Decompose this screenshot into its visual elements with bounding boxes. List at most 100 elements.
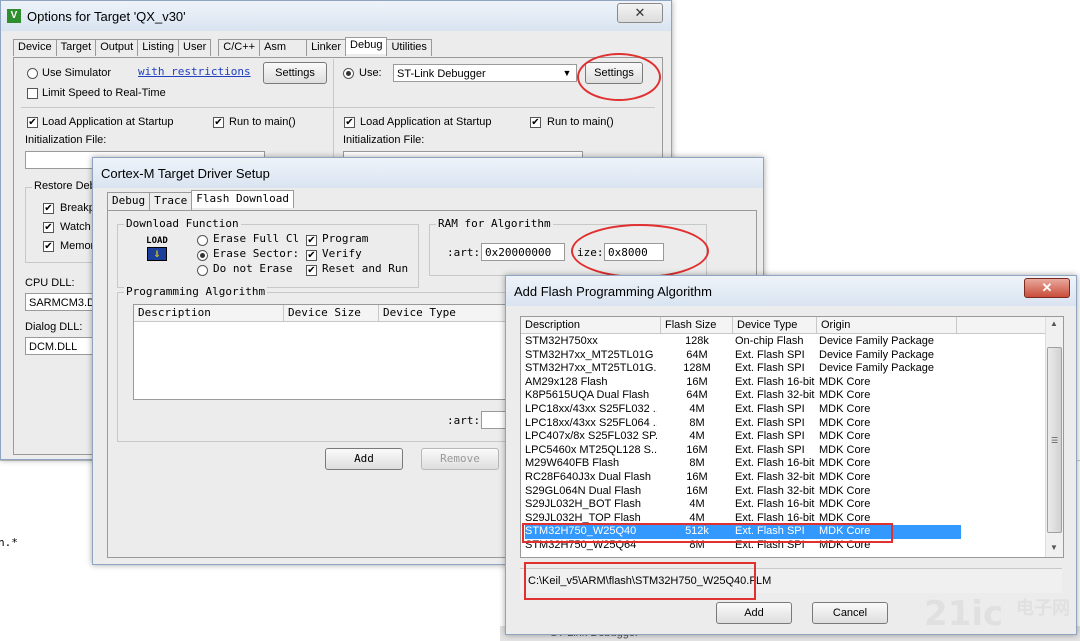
run-main-label-left: Run to main() (229, 116, 296, 128)
scroll-up-icon[interactable]: ▲ (1050, 319, 1058, 328)
row-origin: Device Family Package (819, 362, 934, 375)
flash-row[interactable]: M29W640FB Flash 8M Ext. Flash 16-bit MDK Co… (525, 457, 961, 471)
dialog-dll-input[interactable]: DCM.DLL (25, 337, 101, 355)
row-flash-size: 16M (686, 443, 708, 456)
add-algorithm-button[interactable]: Add (325, 448, 403, 470)
row-flash-size: 64M (686, 348, 708, 361)
algorithm-start-label: :art: (447, 414, 481, 427)
run-main-checkbox-right[interactable]: ✔ (530, 117, 541, 128)
load-app-checkbox-right[interactable]: ✔ (344, 117, 355, 128)
row-origin: MDK Core (819, 457, 871, 470)
cancel-button[interactable]: Cancel (812, 602, 888, 624)
row-device-type: Ext. Flash 16-bit (735, 375, 815, 388)
tab-target[interactable]: Target (55, 39, 97, 56)
col-device-size[interactable]: Device Size (284, 305, 379, 321)
row-description: S29JL032H_BOT Flash (525, 498, 641, 511)
debugger-select[interactable]: ST-Link Debugger (393, 64, 577, 82)
flash-row[interactable]: STM32H750xx 128k On-chip Flash Device Famil… (525, 335, 961, 349)
limit-speed-checkbox[interactable] (27, 88, 38, 99)
row-flash-size: 128k (685, 335, 709, 347)
scroll-down-icon[interactable]: ▼ (1050, 543, 1058, 552)
row-description: K8P5615UQA Dual Flash (525, 389, 650, 402)
breakpoints-checkbox[interactable]: ✔ (43, 203, 54, 214)
tab-cortex-trace[interactable]: Trace (149, 192, 193, 210)
memory-checkbox[interactable]: ✔ (43, 241, 54, 252)
row-origin: MDK Core (819, 416, 871, 429)
tab-debug[interactable]: Debug (345, 37, 388, 54)
col-description[interactable]: Description (134, 305, 284, 321)
row-device-type: Ext. Flash SPI (735, 403, 805, 415)
col-fl-type[interactable]: Device Type (733, 317, 817, 333)
row-origin: MDK Core (819, 443, 871, 456)
chevron-down-icon[interactable]: ▼ (559, 65, 575, 81)
addflash-window-title: Add Flash Programming Algorithm (514, 284, 712, 299)
row-description: LPC18xx/43xx S25FL064 ... (525, 416, 657, 429)
watch-checkbox[interactable]: ✔ (43, 222, 54, 233)
flash-row[interactable]: RC28F640J3x Dual Flash 16M Ext. Flash 32-b… (525, 471, 961, 485)
run-main-checkbox-left[interactable]: ✔ (213, 117, 224, 128)
row-flash-size: 4M (689, 430, 705, 443)
flash-row[interactable]: STM32H7xx_MT25TL01G... 128M Ext. Flash SPI… (525, 362, 961, 376)
row-description: STM32H7xx_MT25TL01G... (525, 362, 657, 375)
row-flash-size: 64M (686, 389, 708, 402)
use-label: Use: (359, 67, 382, 79)
flash-row[interactable]: S29JL032H_BOT Flash 4M Ext. Flash 16-bit MD… (525, 498, 961, 512)
panel-divider (333, 59, 334, 159)
flash-row[interactable]: LPC18xx/43xx S25FL064 ... 8M Ext. Flash SP… (525, 417, 961, 431)
with-restrictions-link[interactable]: with restrictions (138, 65, 251, 78)
remove-algorithm-button[interactable]: Remove (421, 448, 499, 470)
row-flash-size: 128M (683, 362, 711, 375)
tab-cortex-debug[interactable]: Debug (107, 192, 151, 210)
col-device-type[interactable]: Device Type (379, 305, 514, 321)
program-checkbox[interactable]: ✔ (306, 235, 317, 246)
algorithm-list[interactable]: Description Device Size Device Type (133, 304, 515, 400)
do-not-erase-radio[interactable] (197, 265, 208, 276)
addflash-close-button[interactable]: ✕ (1024, 278, 1070, 298)
row-flash-size: 16M (686, 484, 708, 497)
col-fl-description[interactable]: Description (521, 317, 661, 333)
tab-linker[interactable]: Linker (306, 39, 347, 56)
load-app-checkbox-left[interactable]: ✔ (27, 117, 38, 128)
use-debugger-radio[interactable] (343, 68, 354, 79)
tab-flash-download[interactable]: Flash Download (191, 190, 294, 208)
col-fl-size[interactable]: Flash Size (661, 317, 733, 333)
reset-run-checkbox[interactable]: ✔ (306, 265, 317, 276)
cortex-window-title: Cortex-M Target Driver Setup (101, 166, 270, 181)
load-app-label-right: Load Application at Startup (360, 116, 492, 128)
simulator-settings-button[interactable]: Settings (263, 62, 327, 84)
flash-row[interactable]: LPC5460x MT25QL128 S... 16M Ext. Flash SPI… (525, 444, 961, 458)
tab-asm[interactable]: Asm (259, 39, 308, 56)
vertical-scrollbar[interactable]: ▲ ☰ ▼ (1045, 317, 1063, 557)
tab-utilities[interactable]: Utilities (386, 39, 432, 56)
tab-cpp[interactable]: C/C++ (218, 39, 261, 56)
cpu-dll-input[interactable]: SARMCM3.DL (25, 293, 101, 311)
erase-sectors-radio[interactable] (197, 250, 208, 261)
flash-row[interactable]: AM29x128 Flash 16M Ext. Flash 16-bit MDK Co… (525, 376, 961, 390)
close-button[interactable]: ✕ (617, 3, 663, 23)
ram-start-input[interactable]: 0x20000000 (481, 243, 565, 261)
load-icon: LOAD ⇓ (143, 236, 171, 262)
row-device-type: Ext. Flash 32-bit (735, 471, 815, 483)
tab-listing[interactable]: Listing (137, 39, 180, 56)
scroll-thumb[interactable]: ☰ (1047, 347, 1062, 533)
window-title: Options for Target 'QX_v30' (27, 9, 186, 24)
tab-device[interactable]: Device (13, 39, 57, 56)
flash-algorithm-list[interactable]: Description Flash Size Device Type Origi… (520, 316, 1064, 558)
program-label: Program (322, 232, 369, 245)
flash-row[interactable]: S29GL064N Dual Flash 16M Ext. Flash 32-bit… (525, 485, 961, 499)
flash-row[interactable]: LPC407x/8x S25FL032 SP... 4M Ext. Flash SP… (525, 430, 961, 444)
erase-full-radio[interactable] (197, 235, 208, 246)
flash-row[interactable]: STM32H7xx_MT25TL01G 64M Ext. Flash SPI Devi… (525, 349, 961, 363)
flash-row[interactable]: K8P5615UQA Dual Flash 64M Ext. Flash 32-bi… (525, 389, 961, 403)
tab-output[interactable]: Output (95, 39, 139, 56)
flash-rows: STM32H750xx 128k On-chip Flash Device Famil… (525, 335, 961, 555)
flash-row[interactable]: LPC18xx/43xx S25FL032 ... 4M Ext. Flash SP… (525, 403, 961, 417)
add-button[interactable]: Add (716, 602, 792, 624)
col-fl-origin[interactable]: Origin (817, 317, 957, 333)
load-icon-text: LOAD (146, 236, 168, 246)
title-bar: V Options for Target 'QX_v30' ✕ (1, 1, 671, 31)
use-simulator-radio[interactable] (27, 68, 38, 79)
tab-user[interactable]: User (178, 39, 212, 56)
cortex-title-bar: Cortex-M Target Driver Setup (93, 158, 763, 188)
verify-checkbox[interactable]: ✔ (306, 250, 317, 261)
